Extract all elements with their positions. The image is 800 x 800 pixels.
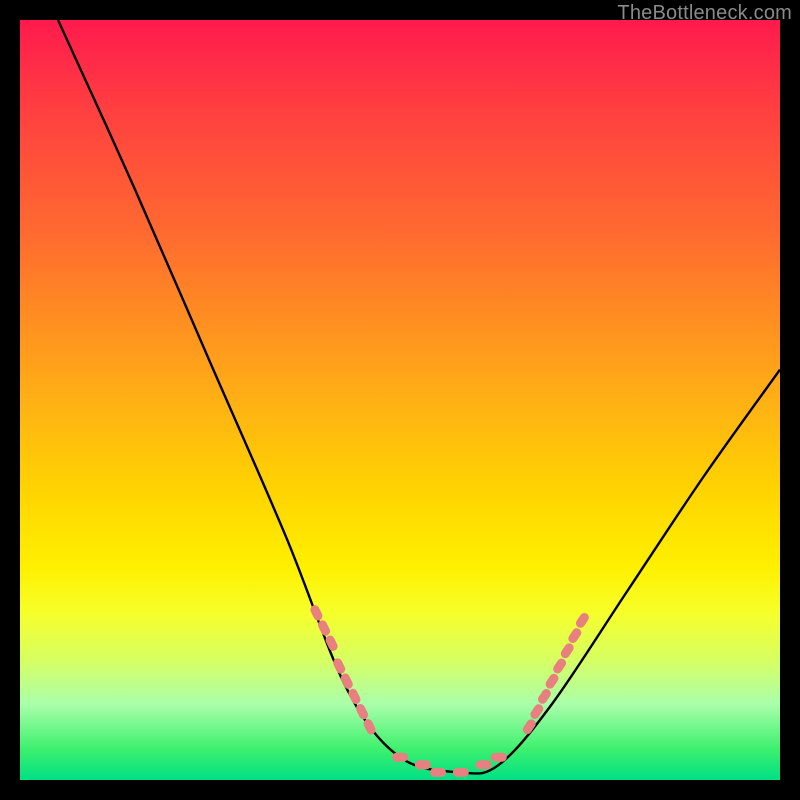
tick-dot <box>574 611 590 629</box>
chart-plot-area <box>20 20 780 780</box>
tick-dot <box>339 672 354 690</box>
left-tick-cluster <box>309 604 377 736</box>
tick-dot <box>476 760 492 769</box>
tick-dot <box>392 753 408 762</box>
tick-dot <box>544 672 560 690</box>
tick-dot <box>309 604 324 622</box>
tick-dot <box>491 753 507 762</box>
chart-frame: TheBottleneck.com <box>0 0 800 800</box>
tick-dot <box>567 626 583 644</box>
tick-dot <box>559 642 575 660</box>
tick-dot <box>347 687 362 705</box>
right-tick-cluster <box>521 611 591 736</box>
bottleneck-curve <box>58 20 780 774</box>
bottom-tick-cluster <box>392 753 507 777</box>
tick-dot <box>430 768 446 777</box>
tick-dot <box>536 687 552 705</box>
tick-dot <box>453 768 469 777</box>
tick-dot <box>415 760 431 769</box>
tick-dot <box>551 657 567 675</box>
chart-svg <box>20 20 780 780</box>
